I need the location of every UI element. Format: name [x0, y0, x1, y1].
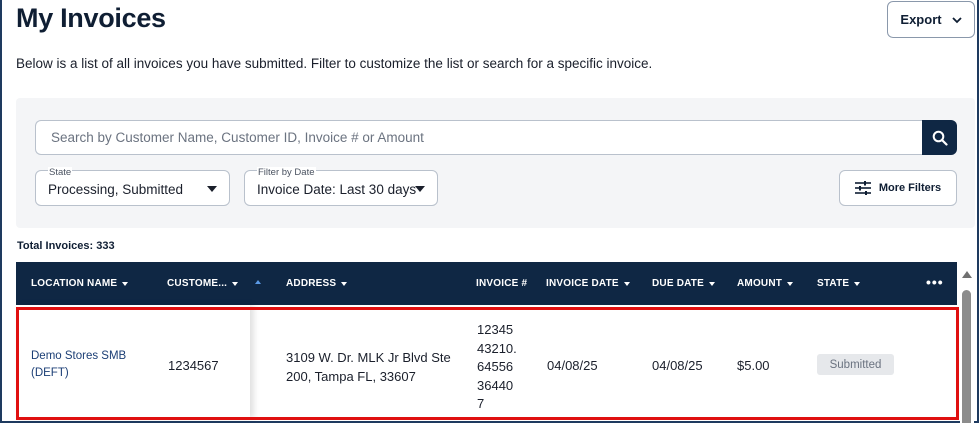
- customer-id-cell: 1234567: [168, 358, 219, 373]
- search-box: [35, 120, 922, 155]
- chevron-down-icon: [951, 16, 962, 23]
- caret-down-icon: [122, 281, 129, 286]
- invoice-date-cell: 04/08/25: [547, 358, 598, 373]
- caret-down-icon: [341, 281, 348, 286]
- scroll-up-arrow-icon[interactable]: [962, 271, 972, 278]
- caret-down-icon: [415, 186, 425, 192]
- caret-down-icon: [708, 281, 715, 286]
- caret-down-icon: [232, 281, 239, 286]
- search-icon: [932, 130, 948, 146]
- column-header-invoice-date[interactable]: INVOICE DATE: [546, 278, 630, 289]
- search-button[interactable]: [922, 120, 957, 155]
- page-subtitle: Below is a list of all invoices you have…: [16, 56, 653, 71]
- date-filter-label: Filter by Date: [257, 167, 316, 178]
- export-button[interactable]: Export: [887, 1, 975, 38]
- column-header-amount[interactable]: AMOUNT: [737, 278, 794, 289]
- state-select-value: Processing, Submitted: [48, 182, 184, 197]
- state-select-label: State: [48, 167, 73, 178]
- due-date-cell: 04/08/25: [652, 358, 703, 373]
- filter-panel: [16, 98, 975, 228]
- search-input[interactable]: [36, 121, 922, 154]
- sliders-icon: [854, 181, 871, 195]
- table-header: LOCATION NAME CUSTOME... ADDRESS INVOICE…: [16, 262, 957, 305]
- sort-ascending-icon[interactable]: [255, 280, 261, 284]
- location-name-link[interactable]: Demo Stores SMB (DEFT): [31, 348, 141, 382]
- date-filter-select[interactable]: Filter by Date Invoice Date: Last 30 day…: [244, 167, 438, 206]
- caret-down-icon: [207, 186, 217, 192]
- caret-down-icon: [623, 281, 630, 286]
- state-select[interactable]: State Processing, Submitted: [35, 167, 230, 206]
- amount-cell: $5.00: [737, 358, 770, 373]
- export-label: Export: [900, 12, 942, 27]
- caret-down-icon: [854, 281, 861, 286]
- address-cell: 3109 W. Dr. MLK Jr Blvd Ste 200, Tampa F…: [286, 350, 451, 384]
- invoice-number-cell: 12345 43210. 64556 36440 7: [477, 322, 517, 411]
- more-filters-label: More Filters: [878, 182, 942, 194]
- column-header-due-date[interactable]: DUE DATE: [652, 278, 715, 289]
- scrollbar-thumb[interactable]: [962, 290, 971, 423]
- page-title: My Invoices: [16, 3, 166, 33]
- status-badge: Submitted: [817, 354, 894, 375]
- caret-down-icon: [787, 281, 794, 286]
- column-header-address[interactable]: ADDRESS: [286, 278, 348, 289]
- total-invoices: Total Invoices: 333: [17, 240, 115, 252]
- more-horizontal-icon[interactable]: •••: [926, 274, 944, 290]
- date-filter-value: Invoice Date: Last 30 days: [257, 182, 417, 197]
- more-filters-button[interactable]: More Filters: [839, 170, 957, 206]
- column-header-customer[interactable]: CUSTOME...: [167, 278, 239, 289]
- column-header-location[interactable]: LOCATION NAME: [31, 278, 129, 289]
- column-header-state[interactable]: STATE: [817, 278, 861, 289]
- column-header-invoice-number[interactable]: INVOICE #: [476, 278, 527, 289]
